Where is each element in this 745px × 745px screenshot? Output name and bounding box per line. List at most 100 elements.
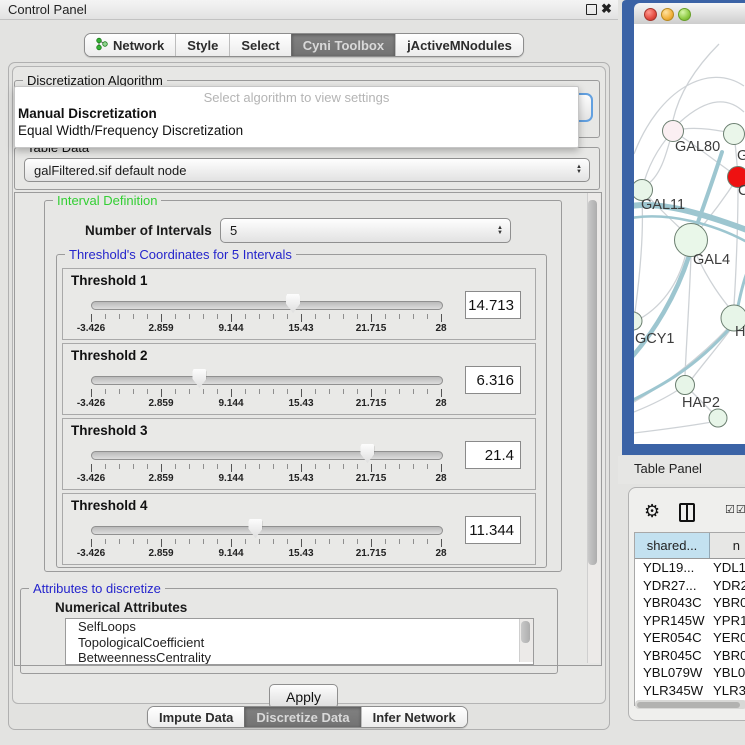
network-node[interactable] [709, 409, 727, 427]
cell[interactable]: YER054C [635, 629, 709, 647]
table-horizontal-scrollbar-thumb[interactable] [637, 702, 740, 708]
network-node-label-gal4: GAL4 [693, 252, 730, 268]
threshold-1-value[interactable]: 14.713 [465, 291, 521, 319]
tab-discretize-data-label: Discretize Data [256, 710, 349, 725]
network-graph: GAL80GCGAL11GAL4GCY1HHAP2 [634, 24, 745, 444]
threshold-3-card: Threshold 3 -3.426 2.859 9.144 15.43 21.… [62, 418, 536, 490]
attributes-listbox[interactable]: SelfLoops TopologicalCoefficient Between… [65, 618, 534, 665]
attributes-list-scrollbar-thumb[interactable] [521, 621, 530, 643]
threshold-1-title: Threshold 1 [71, 273, 148, 288]
cell[interactable]: YBR043C [635, 594, 709, 612]
vertical-scrollbar-thumb[interactable] [588, 200, 597, 565]
table-data-combo[interactable]: galFiltered.sif default node ▲▼ [24, 158, 590, 182]
threshold-2-slider-handle[interactable] [192, 369, 206, 388]
threshold-2-value[interactable]: 6.316 [465, 366, 521, 394]
cell[interactable]: YPR145W [635, 612, 709, 630]
table-row[interactable]: YER054CYER0 [635, 629, 745, 647]
tab-style[interactable]: Style [175, 34, 229, 56]
tick-label: 21.715 [356, 548, 387, 559]
tab-jactivemnodules[interactable]: jActiveMNodules [395, 34, 523, 56]
table-row[interactable]: YBL079WYBL0 [635, 664, 745, 682]
algorithm-option-manual[interactable]: Manual Discretization [15, 105, 578, 122]
tick-label: 2.859 [148, 473, 173, 484]
tab-cyni-toolbox-label: Cyni Toolbox [303, 38, 384, 53]
node-table[interactable]: shared... n YDL19...YDL1 YDR27...YDR2 YB… [634, 532, 745, 706]
threshold-4-value[interactable]: 11.344 [465, 516, 521, 544]
zoom-traffic-light[interactable] [678, 8, 691, 21]
thresholds-group-title: Threshold's Coordinates for 5 Intervals [65, 247, 296, 262]
table-row[interactable]: YBR043CYBR0 [635, 594, 745, 612]
cell[interactable]: YBR0 [709, 594, 745, 612]
threshold-1-slider-handle[interactable] [286, 294, 300, 313]
cell[interactable]: YDR2 [709, 577, 745, 595]
algorithm-option-equal-width[interactable]: Equal Width/Frequency Discretization [15, 122, 578, 139]
screen: Control Panel ✖ Network Style Select Cyn… [0, 0, 745, 745]
threshold-2-slider-track[interactable] [91, 376, 443, 385]
network-node-g[interactable] [724, 124, 745, 145]
threshold-4-slider-handle[interactable] [248, 519, 262, 538]
network-node-label-gcy1: GCY1 [635, 331, 675, 347]
tick-label: 21.715 [356, 323, 387, 334]
cell[interactable]: YDR27... [635, 577, 709, 595]
close-traffic-light[interactable] [644, 8, 657, 21]
attribute-item-betweennesscentrality[interactable]: BetweennessCentrality [66, 650, 533, 665]
algorithm-popup-hint: Select algorithm to view settings [15, 90, 578, 105]
threshold-3-slider-track[interactable] [91, 451, 443, 460]
tick-label: 21.715 [356, 473, 387, 484]
table-row[interactable]: YDR27...YDR2 [635, 577, 745, 595]
tick-label: 15.43 [288, 473, 313, 484]
control-panel-tabbar: Network Style Select Cyni Toolbox jActiv… [84, 33, 524, 57]
tab-discretize-data[interactable]: Discretize Data [244, 707, 360, 727]
cell[interactable]: YBR0 [709, 647, 745, 665]
tab-infer-network[interactable]: Infer Network [361, 707, 467, 727]
cell[interactable]: YBR045C [635, 647, 709, 665]
threshold-3-slider-handle[interactable] [360, 444, 374, 463]
cell[interactable]: YBL079W [635, 664, 709, 682]
tab-network[interactable]: Network [85, 34, 175, 56]
network-node-label-g: G [737, 148, 745, 164]
column-header-shared-name[interactable]: shared... [635, 533, 710, 558]
table-row[interactable]: YLR345WYLR3 [635, 682, 745, 700]
cell[interactable]: YBL0 [709, 664, 745, 682]
float-window-icon[interactable] [586, 4, 597, 15]
network-node-hap2[interactable] [676, 376, 695, 395]
cell[interactable]: YPR1 [709, 612, 745, 630]
threshold-4-slider-track[interactable] [91, 526, 443, 535]
threshold-1-slider-track[interactable] [91, 301, 443, 310]
tick-label: 15.43 [288, 548, 313, 559]
network-node-gcy1[interactable] [634, 312, 642, 330]
network-node-label-c: C [738, 183, 745, 199]
threshold-3-value[interactable]: 21.4 [465, 441, 521, 469]
cell[interactable]: YER0 [709, 629, 745, 647]
cell[interactable]: YLR345W [635, 682, 709, 700]
tab-select[interactable]: Select [229, 34, 290, 56]
number-of-intervals-combo[interactable]: 5 ▲▼ [220, 218, 511, 243]
cell[interactable]: YLR3 [709, 682, 745, 700]
slider-major-ticks [91, 389, 442, 397]
attribute-item-selfloops[interactable]: SelfLoops [66, 619, 533, 635]
network-canvas[interactable]: GAL80GCGAL11GAL4GCY1HHAP2 [634, 24, 745, 444]
table-row[interactable]: YDL19...YDL1 [635, 559, 745, 577]
select-columns-checkboxes-icon[interactable]: ☑☑ [725, 503, 745, 516]
table-row[interactable]: YBR045CYBR0 [635, 647, 745, 665]
columns-icon[interactable] [679, 503, 695, 522]
tab-network-label: Network [113, 38, 164, 53]
close-icon[interactable]: ✖ [601, 1, 612, 17]
tab-impute-data[interactable]: Impute Data [148, 707, 244, 727]
minimize-traffic-light[interactable] [661, 8, 674, 21]
numerical-attributes-heading: Numerical Attributes [55, 600, 187, 615]
cell[interactable]: YDL1 [709, 559, 745, 577]
tab-cyni-toolbox[interactable]: Cyni Toolbox [291, 34, 395, 56]
tick-label: 15.43 [288, 398, 313, 409]
attribute-item-topologicalcoefficient[interactable]: TopologicalCoefficient [66, 635, 533, 651]
gear-icon[interactable]: ⚙ [644, 501, 660, 522]
tab-impute-data-label: Impute Data [159, 710, 233, 725]
table-row[interactable]: YPR145WYPR1 [635, 612, 745, 630]
tick-label: 9.144 [218, 473, 243, 484]
column-header-name[interactable]: n [710, 533, 745, 558]
bottom-tabbar: Impute Data Discretize Data Infer Networ… [147, 706, 468, 728]
tick-label: 28 [435, 398, 446, 409]
cell[interactable]: YDL19... [635, 559, 709, 577]
table-panel-title: Table Panel [634, 461, 702, 476]
tick-label: 28 [435, 473, 446, 484]
